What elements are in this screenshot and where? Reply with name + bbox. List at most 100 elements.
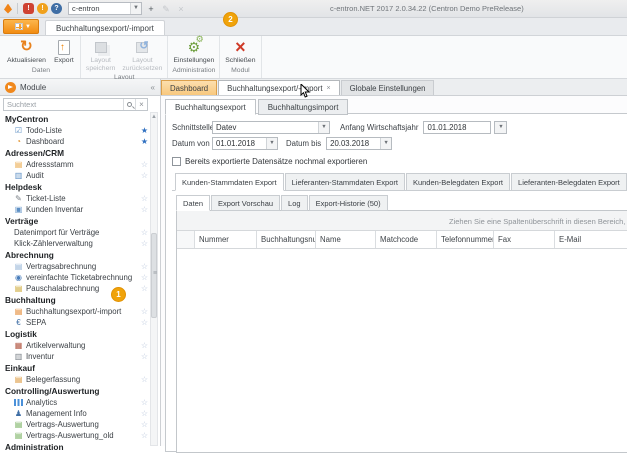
column-header-name[interactable]: Name <box>316 231 376 248</box>
sidebar-item-vertrags-auswertung[interactable]: ▤ Vertrags-Auswertung ☆ <box>0 419 160 430</box>
column-header-fax[interactable]: Fax <box>494 231 555 248</box>
tab-lieferanten-stammdaten-export[interactable]: Lieferanten-Stammdaten Export <box>285 173 405 191</box>
favorite-star-icon[interactable]: ☆ <box>141 263 148 271</box>
tab-buchhaltungsexport[interactable]: Buchhaltungsexport <box>165 99 256 115</box>
form-row-schnittstelle: Schnittstelle Datev ▼ Anfang Wirtschafts… <box>172 120 627 135</box>
data-grid: Ziehen Sie eine Spaltenüberschrift in di… <box>176 210 627 453</box>
tab-kunden-belegdaten-export[interactable]: Kunden-Belegdaten Export <box>406 173 510 191</box>
sidebar-item-datenimport-vertraege[interactable]: Datenimport für Verträge ☆ <box>0 227 160 238</box>
reexport-checkbox[interactable] <box>172 157 181 166</box>
sidebar-item-vertragsabrechnung[interactable]: ▤ Vertragsabrechnung ☆ <box>0 261 160 272</box>
tab-export-historie[interactable]: Export-Historie (50) <box>309 195 388 211</box>
favorite-star-icon[interactable]: ☆ <box>141 353 148 361</box>
favorite-star-icon[interactable]: ☆ <box>141 342 148 350</box>
datum-bis-field[interactable]: 20.03.2018 ▼ <box>326 137 392 150</box>
datum-von-field[interactable]: 01.01.2018 ▼ <box>212 137 278 150</box>
column-header-nummer[interactable]: Nummer <box>195 231 257 248</box>
sidebar-item-vertrags-auswertung-old[interactable]: ▤ Vertrags-Auswertung_old ☆ <box>0 430 160 441</box>
close-tab-icon[interactable]: × <box>327 85 331 92</box>
app-grid-icon <box>15 23 23 30</box>
favorite-star-icon[interactable]: ☆ <box>141 285 148 293</box>
sidebar-item-vereinfachte-ticketabrechnung[interactable]: ◉ vereinfachte Ticketabrechnung ☆ <box>0 272 160 283</box>
collapse-panel-icon[interactable]: « <box>151 83 155 92</box>
favorite-star-icon[interactable]: ☆ <box>141 421 148 429</box>
sidebar-item-todo-liste[interactable]: ☑ Todo-Liste ★ <box>0 125 160 136</box>
tab-log[interactable]: Log <box>281 195 308 211</box>
section-adressen-crm: Adressen/CRM <box>0 147 160 159</box>
tab-export-vorschau[interactable]: Export Vorschau <box>211 195 280 211</box>
clear-search-icon[interactable]: × <box>135 99 147 110</box>
module-panel-header[interactable]: Module « <box>0 79 161 95</box>
sidebar-item-dashboard[interactable]: ◔ Dashboard ★ <box>0 136 160 147</box>
favorite-star-icon[interactable]: ☆ <box>141 206 148 214</box>
sidebar-item-belegerfassung[interactable]: ▤ Belegerfassung ☆ <box>0 374 160 385</box>
tab-dashboard[interactable]: Dashboard <box>161 80 217 95</box>
form-row-datum: Datum von 01.01.2018 ▼ Datum bis 20.03.2… <box>172 136 627 151</box>
favorite-star-icon[interactable]: ☆ <box>141 172 148 180</box>
sidebar-item-kunden-inventar[interactable]: ▣ Kunden Inventar ☆ <box>0 204 160 215</box>
tab-daten[interactable]: Daten <box>176 195 210 211</box>
application-menu-button[interactable]: ▼ <box>3 19 39 34</box>
favorite-star-icon[interactable]: ★ <box>141 127 148 135</box>
ribbon-tab-active[interactable]: Buchhaltungsexport/-import <box>45 20 165 35</box>
favorite-star-icon[interactable]: ☆ <box>141 308 148 316</box>
settings-button[interactable]: ⚙ Einstellungen <box>171 37 216 66</box>
chevron-down-icon[interactable]: ▼ <box>380 138 391 149</box>
chevron-down-icon[interactable]: ▼ <box>130 3 141 14</box>
anfang-dropdown-button[interactable]: ▼ <box>494 121 507 134</box>
sidebar-item-audit[interactable]: ▥ Audit ☆ <box>0 170 160 181</box>
favorite-star-icon[interactable]: ☆ <box>141 399 148 407</box>
chevron-down-icon[interactable]: ▼ <box>266 138 277 149</box>
sidebar-item-pauschalabrechnung[interactable]: ▤ Pauschalabrechnung ☆ <box>0 283 160 294</box>
tab-globale-einstellungen[interactable]: Globale Einstellungen <box>341 80 435 95</box>
favorite-star-icon[interactable]: ☆ <box>141 161 148 169</box>
column-header-buchhaltungsnummer[interactable]: Buchhaltungsnum... <box>257 231 316 248</box>
sidebar-item-buchhaltungsexport-import[interactable]: ▤ Buchhaltungsexport/-import ☆ <box>0 306 160 317</box>
sidebar-search[interactable]: Suchtext × <box>3 98 148 111</box>
schnittstelle-select[interactable]: Datev ▼ <box>212 121 330 134</box>
favorite-star-icon[interactable]: ☆ <box>141 376 148 384</box>
favorite-star-icon[interactable]: ☆ <box>141 229 148 237</box>
export-button[interactable]: Export <box>51 37 77 66</box>
favorite-star-icon[interactable]: ☆ <box>141 319 148 327</box>
chevron-down-icon[interactable]: ▼ <box>318 122 329 133</box>
favorite-star-icon[interactable]: ☆ <box>141 195 148 203</box>
scroll-up-icon[interactable]: ▲ <box>151 113 157 121</box>
sidebar-item-sepa[interactable]: € SEPA ☆ <box>0 317 160 328</box>
column-header-telefonnummer[interactable]: Telefonnummer <box>437 231 494 248</box>
sidebar-item-management-info[interactable]: ♟ Management Info ☆ <box>0 408 160 419</box>
favorite-star-icon[interactable]: ★ <box>141 138 148 146</box>
anfang-wirtschaftsjahr-value: 01.01.2018 <box>424 123 490 132</box>
favorite-star-icon[interactable]: ☆ <box>141 410 148 418</box>
alert-icon[interactable]: ! <box>37 3 48 14</box>
row-indicator-column <box>177 231 195 248</box>
tab-lieferanten-belegdaten-export[interactable]: Lieferanten-Belegdaten Export <box>511 173 627 191</box>
sidebar-item-klick-zaehlerverwaltung[interactable]: Klick-Zählerverwaltung ☆ <box>0 238 160 249</box>
sidebar-scrollbar[interactable]: ▲ <box>150 112 158 446</box>
help-icon[interactable]: ? <box>51 3 62 14</box>
search-icon[interactable] <box>123 99 135 110</box>
layout-reset-button: Layout zurücksetzen <box>120 37 164 74</box>
sidebar-item-artikelverwaltung[interactable]: ▦ Artikelverwaltung ☆ <box>0 340 160 351</box>
sidebar-item-analytics[interactable]: Analytics ☆ <box>0 397 160 408</box>
column-header-email[interactable]: E-Mail <box>555 231 627 248</box>
favorite-star-icon[interactable]: ☆ <box>141 274 148 282</box>
favorite-star-icon[interactable]: ☆ <box>141 432 148 440</box>
button-label: Schließen <box>225 57 255 65</box>
favorite-star-icon[interactable]: ☆ <box>141 240 148 248</box>
sidebar-item-inventur[interactable]: ▥ Inventur ☆ <box>0 351 160 362</box>
close-module-button[interactable]: × Schließen <box>223 37 257 66</box>
sidebar-item-adressstamm[interactable]: ▤ Adressstamm ☆ <box>0 159 160 170</box>
sidebar-item-ticket-liste[interactable]: ✎ Ticket-Liste ☆ <box>0 193 160 204</box>
workspace-combo[interactable]: c-entron ▼ <box>68 2 142 15</box>
messages-icon[interactable]: ! <box>23 3 34 14</box>
anfang-wirtschaftsjahr-field[interactable]: 01.01.2018 <box>423 121 491 134</box>
group-by-panel[interactable]: Ziehen Sie eine Spaltenüberschrift in di… <box>177 211 627 231</box>
tab-kunden-stammdaten-export[interactable]: Kunden-Stammdaten Export <box>175 173 284 191</box>
add-workspace-button[interactable]: + <box>145 3 157 15</box>
tab-buchhaltungsimport[interactable]: Buchhaltungsimport <box>258 99 349 115</box>
tab-buchhaltungsexport-import[interactable]: Buchhaltungsexport/-import × <box>218 80 339 95</box>
column-header-matchcode[interactable]: Matchcode <box>376 231 437 248</box>
refresh-button[interactable]: ↻ Aktualisieren <box>5 37 48 66</box>
scrollbar-thumb[interactable] <box>151 233 157 318</box>
